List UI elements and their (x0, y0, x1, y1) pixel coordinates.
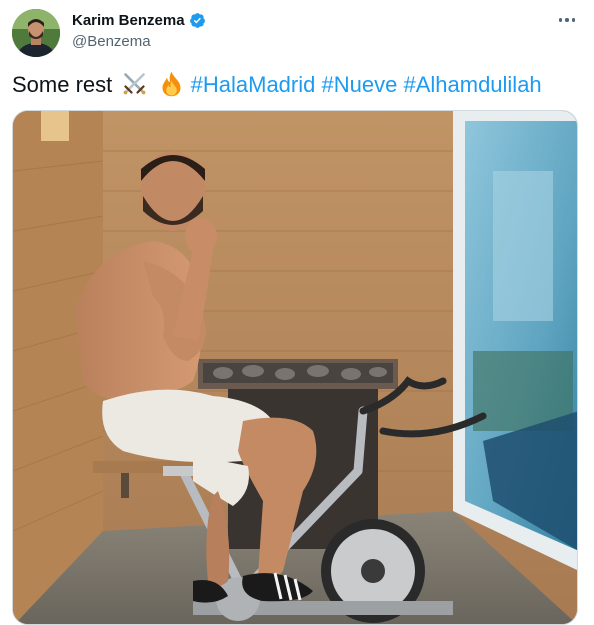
fire-icon (162, 71, 181, 97)
author-avatar[interactable] (12, 9, 60, 57)
hashtag-halamadrid[interactable]: #HalaMadrid (191, 72, 316, 97)
sauna-exercise-bike-photo (13, 111, 577, 624)
author-display-name[interactable]: Karim Benzema (72, 11, 185, 30)
tweet-text: Some rest #HalaMadrid #Nueve #Alhamdulil… (12, 70, 542, 100)
tweet-photo[interactable] (12, 110, 578, 625)
avatar-image (12, 9, 60, 57)
tweet-text-plain: Some rest (12, 72, 113, 97)
author-handle[interactable]: @Benzema (72, 32, 206, 51)
more-horizontal-icon (558, 18, 563, 22)
hashtag-nueve[interactable]: #Nueve (322, 72, 398, 97)
hashtag-alhamdulilah[interactable]: #Alhamdulilah (403, 72, 541, 97)
crossed-swords-icon (124, 73, 146, 95)
more-dot (565, 18, 569, 22)
tweet-card[interactable]: Karim Benzema @Benzema Some rest #HalaMa… (0, 0, 594, 625)
verified-badge-icon (189, 13, 205, 28)
more-options-button[interactable] (555, 10, 579, 30)
more-dot (571, 18, 576, 22)
